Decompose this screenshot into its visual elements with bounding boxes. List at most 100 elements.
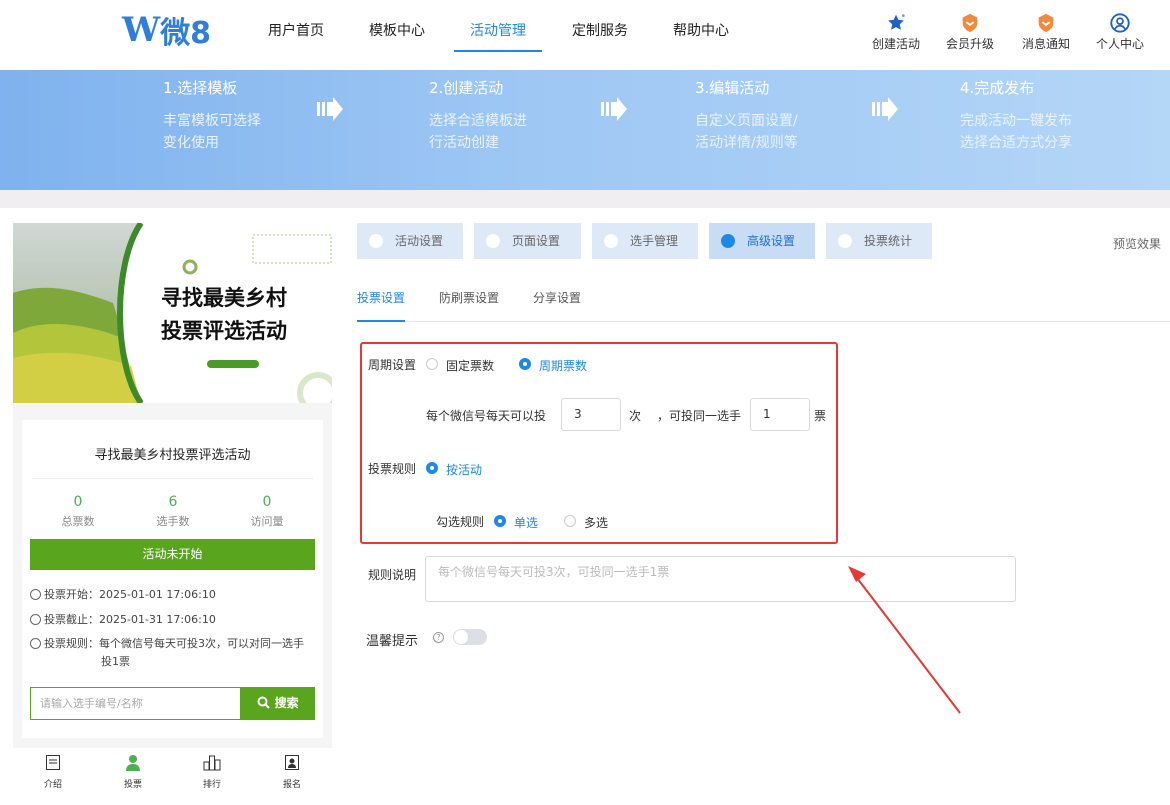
contestant-search-input[interactable]: 请输入选手编号/名称	[30, 687, 241, 720]
radio-by-activity[interactable]	[426, 462, 438, 474]
chart-icon	[838, 234, 852, 248]
logo-mark: W	[122, 10, 160, 50]
step-1-desc-2: 变化使用	[163, 135, 219, 151]
badge-icon	[962, 13, 978, 33]
by-activity-label[interactable]: 按活动	[446, 461, 482, 478]
bottom-nav-vote-label: 投票	[123, 780, 142, 790]
poster-title-1: 寻找最美乡村	[161, 286, 287, 310]
total-votes-label: 总票数	[61, 515, 95, 528]
nav-active-underline	[454, 50, 542, 52]
info-icon	[30, 638, 41, 649]
nav-template-center[interactable]: 模板中心	[369, 20, 425, 40]
clock-icon	[30, 614, 41, 625]
subtab-active-underline	[357, 320, 405, 322]
step-1-desc: 丰富模板可选择	[163, 113, 261, 129]
step-4-title: 4.完成发布	[960, 79, 1035, 97]
top-header: W 微8 用户首页 模板中心 活动管理 定制服务 帮助中心 创建活动 会员升级 …	[0, 0, 1170, 70]
member-upgrade-label: 会员升级	[945, 37, 994, 51]
tab-vote-statistics-label: 投票统计	[864, 234, 913, 248]
subtab-share-settings[interactable]: 分享设置	[533, 289, 581, 306]
tab-page-settings[interactable]: 页面设置	[474, 223, 581, 259]
create-activity-label: 创建活动	[871, 37, 920, 51]
tab-advanced-settings-label: 高级设置	[747, 234, 796, 248]
sliders-icon	[721, 234, 735, 248]
daily-votes-input[interactable]: 3	[561, 398, 621, 431]
ranking-icon	[203, 755, 221, 771]
tip-toggle[interactable]	[453, 629, 487, 645]
visits-label: 访问量	[250, 515, 284, 528]
poster-title-2: 投票评选活动	[161, 319, 287, 343]
tab-contestant-management-label: 选手管理	[630, 234, 679, 248]
tab-activity-settings[interactable]: 活动设置	[357, 223, 463, 259]
tab-activity-settings-label: 活动设置	[395, 234, 444, 248]
bottom-nav-vote[interactable]: 投票	[113, 754, 153, 790]
tab-vote-statistics[interactable]: 投票统计	[826, 223, 932, 259]
vote-rule-label: 投票规则	[368, 462, 417, 476]
activity-title: 寻找最美乡村投票评选活动	[94, 448, 251, 463]
create-activity-button[interactable]: 创建活动	[866, 12, 926, 52]
radio-fixed-votes[interactable]	[426, 358, 438, 370]
preview-link[interactable]: 预览效果	[1113, 235, 1161, 252]
vote-rule-text: 投票规则：每个微信号每天可投3次，可以对同一选手	[44, 637, 304, 650]
bottom-nav-ranking-label: 排行	[202, 780, 221, 790]
clock-icon	[30, 589, 41, 600]
logo[interactable]: W 微8	[122, 10, 212, 51]
bottom-nav-signup[interactable]: 报名	[272, 754, 312, 790]
tab-page-settings-label: 页面设置	[512, 234, 561, 248]
step-2-desc: 选择合适模板进	[429, 113, 527, 129]
same-contestant-unit: 票	[814, 409, 827, 423]
annotation-arrow	[848, 566, 961, 714]
divider	[32, 478, 313, 479]
step-2-desc-2: 行活动创建	[429, 135, 499, 151]
single-choice-label[interactable]: 单选	[514, 514, 538, 531]
vote-rule-info-2: 投1票	[101, 655, 130, 668]
person-icon	[126, 755, 140, 771]
star-icon	[888, 14, 905, 30]
signup-icon	[285, 755, 299, 770]
step-3-desc-2: 活动详情/规则等	[695, 135, 798, 151]
help-icon[interactable]: ?	[433, 632, 444, 643]
vote-rule-info: 投票规则：每个微信号每天可投3次，可以对同一选手	[30, 635, 304, 651]
radio-cycle-votes[interactable]	[519, 358, 531, 370]
nav-custom-service[interactable]: 定制服务	[572, 20, 628, 40]
subtab-divider	[357, 321, 1170, 322]
divider-strip	[0, 190, 1170, 208]
bell-badge-icon	[1038, 13, 1054, 33]
nav-activity-management[interactable]: 活动管理	[470, 20, 526, 40]
radio-multi-choice[interactable]	[564, 515, 576, 527]
step-4-desc-2: 选择合适方式分享	[960, 135, 1072, 151]
vote-end-info: 投票截止：2025-01-31 17:06:10	[30, 611, 216, 627]
radio-single-choice[interactable]	[494, 515, 506, 527]
bottom-nav-intro[interactable]: 介绍	[33, 754, 73, 790]
poster-image: 寻找最美乡村 投票评选活动	[13, 223, 332, 403]
nav-help-center[interactable]: 帮助中心	[673, 20, 729, 40]
bottom-nav-signup-label: 报名	[282, 780, 301, 790]
warning-icon	[604, 234, 618, 248]
logo-text: 微8	[160, 16, 212, 51]
nav-user-home[interactable]: 用户首页	[268, 20, 324, 40]
member-upgrade-button[interactable]: 会员升级	[940, 12, 1000, 52]
tab-advanced-settings[interactable]: 高级设置	[709, 223, 815, 259]
same-contestant-label: ，可投同一选手	[657, 409, 742, 423]
multi-choice-label[interactable]: 多选	[584, 514, 608, 531]
same-contestant-votes-input[interactable]: 1	[750, 398, 810, 431]
subtab-anti-fraud[interactable]: 防刷票设置	[439, 289, 499, 306]
step-3-desc: 自定义页面设置/	[695, 113, 798, 129]
notifications-button[interactable]: 消息通知	[1016, 12, 1076, 52]
cycle-votes-label[interactable]: 周期票数	[539, 357, 587, 374]
tab-contestant-management[interactable]: 选手管理	[592, 223, 698, 259]
arrow-right-icon	[872, 97, 898, 121]
step-1-title: 1.选择模板	[163, 79, 238, 97]
bottom-nav-ranking[interactable]: 排行	[192, 754, 232, 790]
contestants-value: 6	[168, 494, 178, 510]
page-icon	[486, 234, 500, 248]
personal-center-button[interactable]: 个人中心	[1090, 12, 1150, 52]
vote-end-text: 投票截止：2025-01-31 17:06:10	[44, 613, 216, 626]
arrow-right-icon	[317, 97, 343, 121]
activity-status-button[interactable]: 活动未开始	[30, 539, 315, 570]
bottom-nav-intro-label: 介绍	[43, 780, 62, 790]
fixed-votes-label[interactable]: 固定票数	[446, 357, 494, 374]
poster-graphic: 寻找最美乡村 投票评选活动	[13, 223, 332, 403]
search-button[interactable]: 搜索	[241, 687, 315, 720]
subtab-vote-settings[interactable]: 投票设置	[357, 289, 405, 306]
